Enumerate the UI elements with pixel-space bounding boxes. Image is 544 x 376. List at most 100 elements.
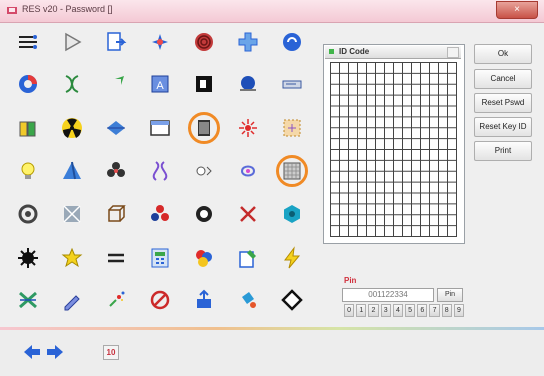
blue-swirl-globe-icon[interactable] [276, 26, 308, 58]
play-triangle-icon-graphic [65, 32, 82, 52]
pin-digit-1[interactable]: 1 [356, 304, 367, 317]
upload-box-icon-graphic [197, 289, 211, 308]
print-button[interactable]: Print [474, 141, 532, 161]
dotted-box-icon-graphic [283, 119, 301, 137]
dna-helix-icon[interactable] [144, 155, 176, 187]
pin-digit-4[interactable]: 4 [392, 304, 404, 317]
lightbulb-icon[interactable] [12, 155, 44, 187]
pin-digit-3[interactable]: 3 [380, 304, 391, 317]
blue-star-spark-icon-graphic [152, 34, 168, 50]
paint-bucket-icon[interactable] [232, 284, 264, 316]
blue-swirl-globe-icon-graphic [283, 33, 301, 51]
blue-donut-icon-graphic [19, 75, 37, 93]
pin-digit-2[interactable]: 2 [368, 304, 379, 317]
calculator-icon-graphic [151, 248, 169, 268]
blue-plus-cross-icon[interactable] [232, 26, 264, 58]
black-square-frame-icon[interactable] [188, 68, 220, 100]
dark-flower-icon[interactable] [100, 155, 132, 187]
dna-spiral-icon-graphic [65, 75, 79, 93]
wire-cube-icon[interactable] [100, 198, 132, 230]
yellow-cube-stack-icon-graphic [19, 121, 36, 137]
diamond-outline-icon-graphic [281, 289, 303, 311]
status-square-icon [329, 49, 334, 54]
document-arrow-icon[interactable] [100, 26, 132, 58]
pin-digit-6[interactable]: 6 [417, 304, 428, 317]
play-triangle-icon[interactable] [56, 26, 88, 58]
green-arrow-icon[interactable] [100, 68, 132, 100]
yellow-star-icon-graphic [61, 247, 83, 268]
pin-digit-7[interactable]: 7 [429, 304, 440, 317]
pattern-tile-icon[interactable] [56, 198, 88, 230]
sparkle-tool-icon[interactable] [100, 284, 132, 316]
eye-toggle-icon[interactable] [188, 155, 220, 187]
pin-digit-8[interactable]: 8 [441, 304, 452, 317]
red-rose-spiral-icon[interactable] [188, 26, 220, 58]
password-dialog: RES v20 - Password [] × A ID Code Ok Can… [0, 0, 544, 376]
selected-icon-ring [276, 155, 308, 187]
upload-box-icon[interactable] [188, 284, 220, 316]
red-burst-icon[interactable] [232, 112, 264, 144]
dna-helix-icon-graphic [152, 161, 168, 181]
black-splat-icon[interactable] [12, 242, 44, 274]
pin-digit-5[interactable]: 5 [405, 304, 416, 317]
yellow-star-icon[interactable] [56, 242, 88, 274]
red-x-icon[interactable] [232, 198, 264, 230]
lightning-icon[interactable] [276, 242, 308, 274]
close-button[interactable]: × [496, 1, 538, 19]
gear-ring-icon[interactable] [12, 198, 44, 230]
id-code-header: ID Code [325, 46, 461, 59]
radiation-icon-graphic [62, 118, 82, 138]
green-arrow-icon-graphic [109, 76, 124, 91]
dna-spiral-icon[interactable] [56, 68, 88, 100]
calculator-icon[interactable] [144, 242, 176, 274]
pin-digit-0[interactable]: 0 [344, 304, 355, 317]
dotted-box-icon[interactable] [276, 112, 308, 144]
window-frame-icon[interactable] [144, 112, 176, 144]
blue-gem-icon[interactable] [100, 112, 132, 144]
pin-digit-9[interactable]: 9 [453, 304, 465, 317]
blue-donut-icon[interactable] [12, 68, 44, 100]
radiation-icon[interactable] [56, 112, 88, 144]
pen-icon[interactable] [56, 284, 88, 316]
blue-pyramid-icon[interactable] [56, 155, 88, 187]
wire-cube-icon-graphic [108, 205, 126, 222]
document-pen-icon[interactable] [232, 242, 264, 274]
teal-hexagon-icon[interactable] [276, 198, 308, 230]
blue-star-spark-icon[interactable] [144, 26, 176, 58]
next-arrow-icon[interactable] [46, 344, 64, 360]
red-ball-cluster-icon[interactable] [144, 198, 176, 230]
pin-button[interactable]: Pin [437, 288, 463, 302]
red-ball-cluster-icon-graphic [151, 205, 169, 221]
cable-icon[interactable] [12, 26, 44, 58]
color-orbs-icon[interactable] [188, 242, 220, 274]
white-flower-icon[interactable] [188, 198, 220, 230]
blue-book-icon[interactable]: A [144, 68, 176, 100]
window-title: RES v20 - Password [] [22, 4, 113, 14]
previous-arrow-icon[interactable] [23, 344, 41, 360]
reset-password-button[interactable]: Reset Pswd [474, 93, 532, 113]
curly-knot-icon[interactable] [232, 155, 264, 187]
blue-plus-cross-icon-graphic [238, 32, 258, 52]
app-icon [7, 7, 17, 14]
green-x-brush-icon[interactable] [12, 284, 44, 316]
id-code-matrix[interactable] [330, 62, 457, 237]
ok-button[interactable]: Ok [474, 44, 532, 64]
blue-sphere-icon[interactable] [232, 68, 264, 100]
no-entry-icon[interactable] [144, 284, 176, 316]
panel-scroll-button[interactable] [447, 47, 459, 58]
gear-ring-icon-graphic [18, 204, 38, 224]
cancel-button[interactable]: Cancel [474, 69, 532, 89]
pin-input[interactable]: 001122334 [342, 288, 434, 302]
dark-flower-icon-graphic [107, 162, 125, 177]
green-x-brush-icon-graphic [19, 291, 37, 309]
device-strip-icon[interactable] [276, 68, 308, 100]
diamond-outline-icon[interactable] [276, 284, 308, 316]
reset-key-id-button[interactable]: Reset Key ID [474, 117, 532, 137]
device-strip-icon-graphic [282, 80, 302, 89]
yellow-cube-stack-icon[interactable] [12, 112, 44, 144]
page-number: 10 [103, 345, 119, 360]
pin-label: Pin [344, 276, 357, 285]
equals-icon[interactable] [100, 242, 132, 274]
red-rose-spiral-icon-graphic [195, 33, 213, 51]
blue-gem-icon-graphic [107, 121, 125, 135]
